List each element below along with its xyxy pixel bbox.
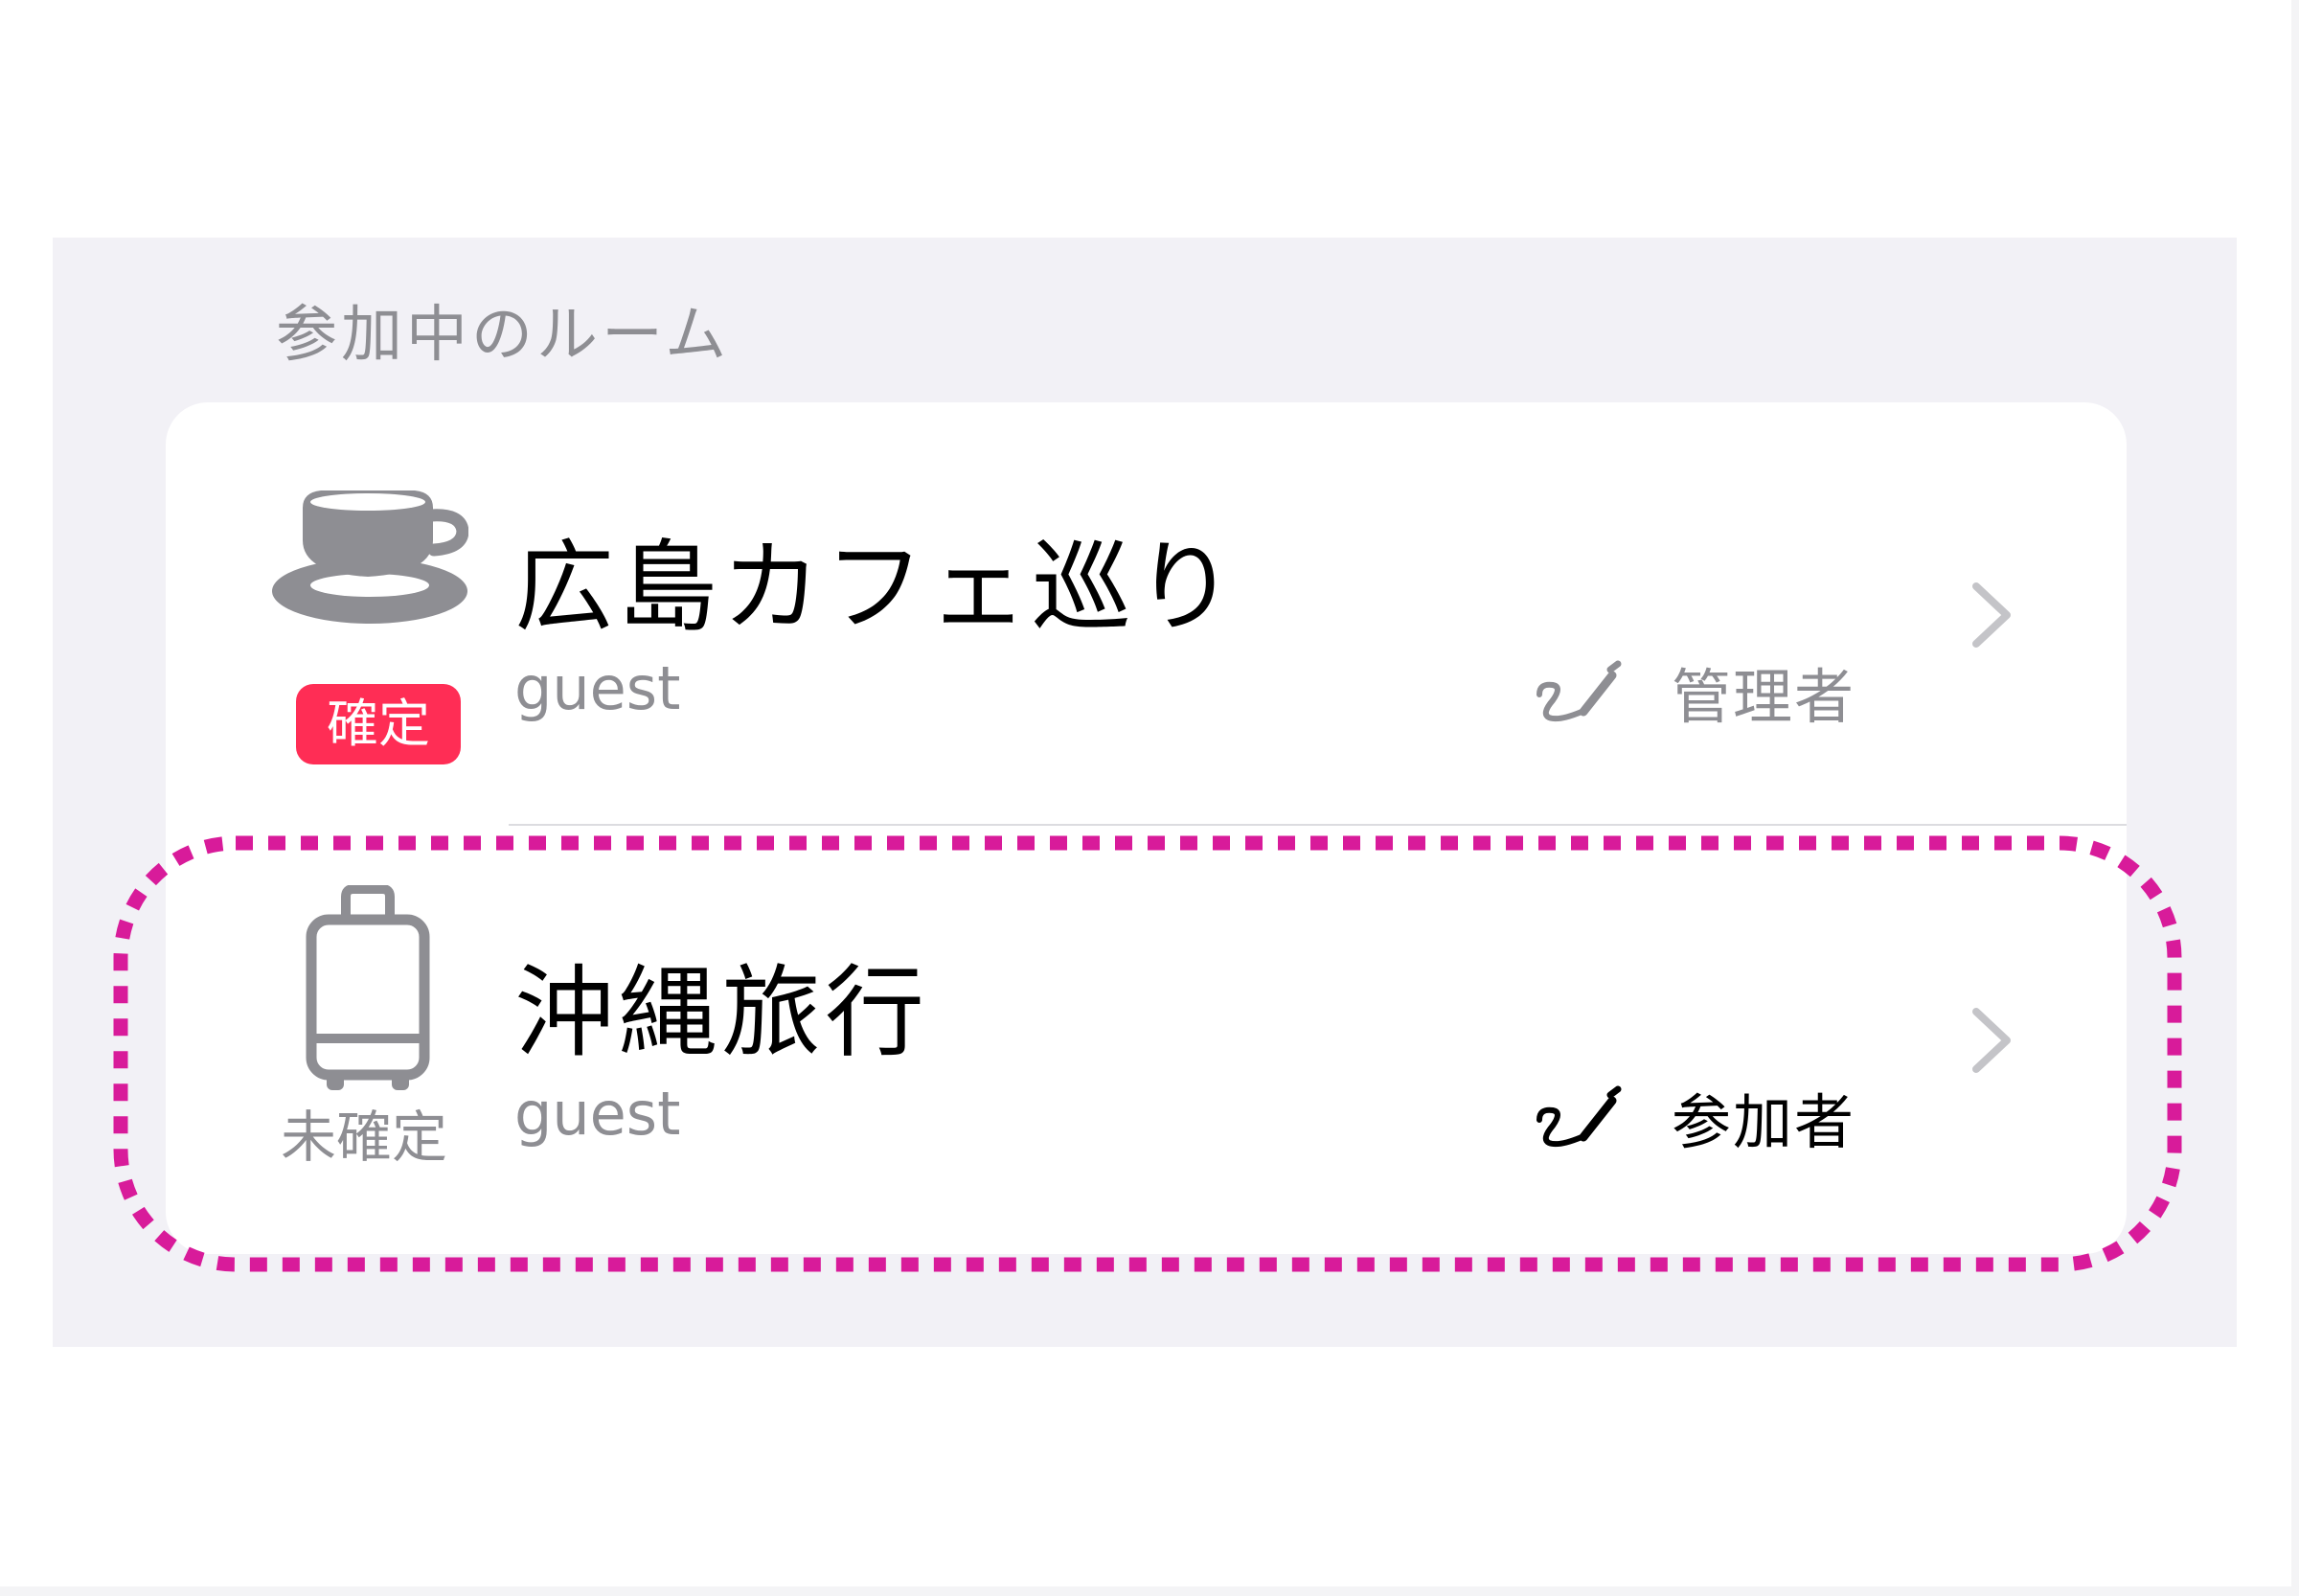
- role-label: 管理者: [1530, 653, 1855, 732]
- room-row-okinawa[interactable]: 未確定 沖縄旅行 guest 参加者: [166, 828, 2127, 1253]
- signature-icon: [1536, 1085, 1622, 1148]
- suitcase-icon: [306, 885, 430, 1090]
- row-divider: [509, 824, 2127, 826]
- room-user: guest: [514, 653, 681, 723]
- rooms-panel: 参加中のルーム 確定 広島カフェ巡り guest 管理者 未確定 沖縄旅行 gu…: [53, 238, 2237, 1347]
- signature-icon: [1536, 660, 1622, 722]
- rooms-list: 確定 広島カフェ巡り guest 管理者 未確定 沖縄旅行 guest 参加者: [166, 402, 2127, 1254]
- room-title: 沖縄旅行: [514, 954, 929, 1071]
- status-badge-confirmed: 確定: [296, 684, 461, 764]
- room-user: guest: [514, 1079, 681, 1149]
- coffee-cup-icon: [272, 490, 468, 624]
- role-text: 管理者: [1672, 662, 1856, 732]
- room-row-hiroshima[interactable]: 確定 広島カフェ巡り guest 管理者: [166, 402, 2127, 828]
- bottom-edge: [0, 1586, 2299, 1596]
- chevron-right-icon: [1972, 582, 2011, 648]
- role-text: 参加者: [1672, 1087, 1856, 1157]
- role-label: 参加者: [1530, 1079, 1855, 1157]
- status-label-unconfirmed: 未確定: [281, 1105, 448, 1170]
- room-title: 広島カフェ巡り: [514, 529, 1240, 646]
- chevron-right-icon: [1972, 1008, 2011, 1073]
- right-edge: [2291, 0, 2299, 1596]
- section-header: 参加中のルーム: [276, 300, 731, 371]
